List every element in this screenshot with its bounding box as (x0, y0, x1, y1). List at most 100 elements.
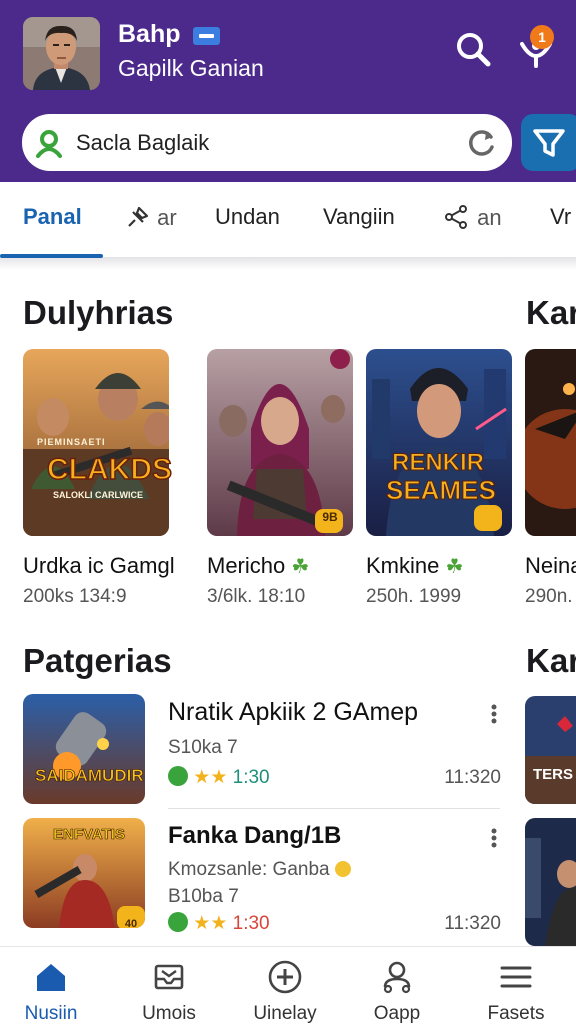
tab-bar: Panal ar Undan Vangiin an Vr (0, 182, 576, 258)
game-thumbnail (366, 349, 512, 536)
row-art-title: ENFVATIS (53, 826, 126, 844)
nav-label: Oapp (373, 1003, 421, 1024)
card-subtitle: 250h. 1999 (366, 586, 462, 607)
row-title: Nratik Apkiik 2 GAmep (168, 698, 419, 726)
next-section-title: Kar (526, 294, 576, 331)
card-art-caption: SALOKLI CARLWICE (53, 490, 143, 500)
filter-button[interactable] (521, 114, 576, 171)
side-art-text: TERS (533, 766, 574, 783)
nav-label: Fasets (487, 1003, 545, 1024)
leaf-icon: ☘ (445, 556, 464, 578)
refresh-icon[interactable] (466, 128, 496, 158)
list-section-title: Patgerias (23, 642, 172, 679)
card-badge: 9B (322, 510, 338, 524)
tab-vr[interactable]: Vr (550, 204, 571, 230)
card-title: Urdka ic Gamgl (23, 553, 175, 578)
person-search-icon (34, 128, 64, 158)
card-subtitle: 290n. (525, 586, 573, 607)
bottom-nav: Nusiin Umois Uinelay Oapp Fasets (0, 946, 576, 1024)
nav-label: Nusiin (24, 1003, 78, 1024)
more-vertical-icon[interactable] (491, 704, 497, 724)
card-title: Neina (525, 553, 576, 578)
verified-tag-icon (193, 27, 220, 45)
tab-ar[interactable]: ar (125, 204, 177, 231)
notification-count-badge: 1 (530, 25, 554, 49)
tab-undan[interactable]: Undan (215, 204, 280, 230)
row-meta: B10ba 7 (168, 886, 239, 907)
row-art-title: SAIDAMUDIR (35, 766, 144, 786)
tab-panal[interactable]: Panal (23, 204, 82, 230)
star-icon: ★★ (193, 767, 228, 788)
nav-label: Umois (142, 1003, 196, 1024)
tab-vangiin[interactable]: Vangiin (323, 204, 395, 230)
search-icon[interactable] (452, 28, 496, 72)
card-subtitle: 3/6lk. 18:10 (207, 586, 306, 607)
row-title: Fanka Dang/1B (168, 822, 342, 849)
card-title: Kmkine ☘ (366, 553, 463, 579)
menu-icon (500, 966, 532, 988)
card-title-text: Mericho (207, 553, 286, 578)
row-time: 11:320 (444, 767, 501, 788)
rating: ★★ 1:30 (168, 911, 270, 935)
tab-an[interactable]: an (443, 204, 502, 231)
avatar[interactable] (23, 17, 100, 90)
filter-icon (533, 129, 565, 157)
app-root: Bahp Gapilk Ganian 1 Sacla Baglaik Panal… (0, 0, 576, 1024)
game-thumbnail (23, 694, 145, 804)
tab-label: Vr (550, 204, 572, 229)
share-icon (445, 205, 467, 229)
row-time: 11:320 (444, 913, 501, 934)
nav-label: Uinelay (253, 1003, 317, 1024)
next-section-title: Kar (526, 642, 576, 679)
tab-label: Undan (215, 204, 280, 229)
card-art-title: SEAMES (386, 475, 497, 506)
nav-item-uinelay[interactable]: Uinelay (235, 947, 335, 1024)
header: Bahp Gapilk Ganian 1 (0, 0, 576, 182)
check-icon (168, 765, 188, 786)
card-subtitle: 200ks 134:9 (23, 586, 127, 607)
game-thumbnail (207, 349, 353, 536)
row-badge: 40 (124, 918, 138, 930)
card-title-text: Kmkine (366, 553, 440, 578)
nav-item-umois[interactable]: Umois (119, 947, 219, 1024)
rating-value: 1:30 (232, 767, 270, 788)
search-input[interactable] (76, 123, 456, 163)
row-meta: Kmozsanle: Ganba (168, 859, 351, 881)
check-icon (168, 911, 188, 932)
list-item[interactable]: ENFVATIS 40 Fanka Dang/1B Kmozsanle: Gan… (23, 818, 501, 934)
more-vertical-icon[interactable] (491, 828, 497, 848)
card-art-title: RENKIR (391, 449, 485, 477)
row-meta-text: Kmozsanle: Ganba (168, 859, 330, 880)
search-bar[interactable] (22, 114, 512, 171)
tab-label: ar (157, 205, 177, 230)
side-thumbnail[interactable]: TERS (525, 696, 576, 804)
tab-shadow (0, 258, 576, 270)
rating-value: 1:30 (232, 913, 270, 934)
mail-icon (154, 964, 184, 990)
tab-label: Vangiin (323, 204, 395, 229)
side-thumbnail[interactable] (525, 818, 576, 946)
card-art-caption: PIEMINSAETI (37, 437, 106, 447)
game-thumbnail (525, 349, 576, 536)
home-icon (37, 964, 65, 991)
row-meta: S10ka 7 (168, 737, 238, 758)
coin-icon (334, 861, 351, 877)
star-icon: ★★ (193, 913, 228, 934)
pin-icon (128, 206, 149, 227)
featured-section-title: Dulyhrias (23, 294, 174, 331)
nav-item-oapp[interactable]: Oapp (347, 947, 447, 1024)
nav-item-fasets[interactable]: Fasets (466, 947, 566, 1024)
plus-circle-icon (268, 960, 302, 994)
tab-label: Panal (23, 204, 82, 229)
user-name: Bahp (118, 20, 181, 48)
card-title: Mericho ☘ (207, 553, 309, 579)
card-art-title: CLAKDS (46, 452, 173, 487)
list-divider (168, 808, 500, 809)
user-subtitle: Gapilk Ganian (118, 55, 264, 81)
rating: ★★ 1:30 (168, 765, 270, 789)
tab-label: an (477, 205, 502, 230)
nav-item-home[interactable]: Nusiin (1, 947, 101, 1024)
person-icon (383, 961, 411, 994)
list-item[interactable]: SAIDAMUDIR Nratik Apkiik 2 GAmep S10ka 7… (23, 694, 501, 806)
leaf-icon: ☘ (291, 556, 310, 578)
